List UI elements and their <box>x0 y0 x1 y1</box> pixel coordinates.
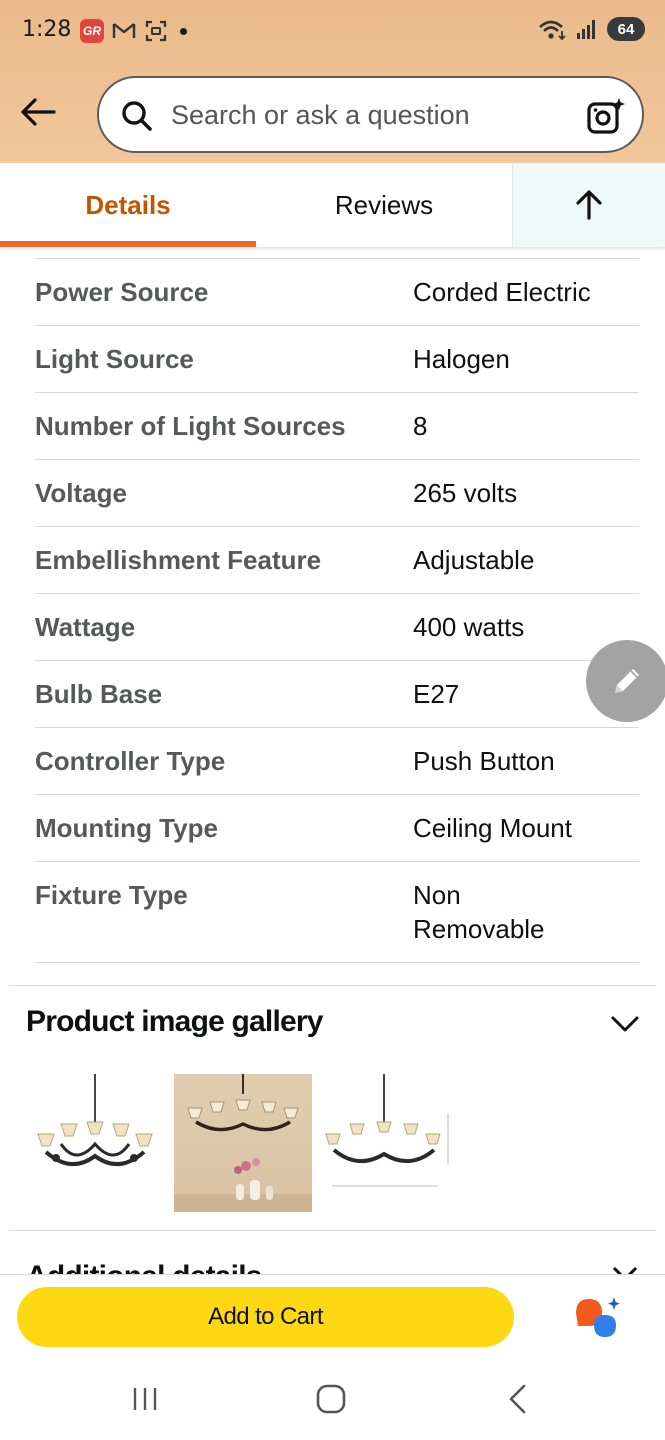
arrow-left-icon <box>21 98 56 126</box>
spec-label: Wattage <box>35 612 136 642</box>
spec-row-fixture-type: Fixture Type Non Removable <box>35 861 639 963</box>
system-back-button[interactable] <box>494 1379 542 1419</box>
gallery-thumbnail[interactable] <box>26 1074 164 1212</box>
back-button[interactable] <box>18 92 58 132</box>
edit-floating-button[interactable] <box>586 640 665 722</box>
rufus-assistant-icon[interactable] <box>574 1295 624 1339</box>
screenshot-icon <box>145 20 167 42</box>
chandelier-room-image <box>174 1074 312 1212</box>
tab-details[interactable]: Details <box>0 163 256 247</box>
arrow-up-icon <box>576 190 602 220</box>
chevron-down-icon[interactable] <box>608 1010 642 1038</box>
notification-icons: GR <box>80 19 187 43</box>
spec-row-number-of-light-sources: Number of Light Sources 8 <box>35 392 639 459</box>
spec-value: Adjustable <box>413 545 535 575</box>
spec-row-embellishment-feature: Embellishment Feature Adjustable <box>35 526 639 593</box>
chandelier-image <box>37 1074 153 1166</box>
system-navigation-bar <box>0 1361 665 1440</box>
spec-value: 400 watts <box>413 612 525 642</box>
more-notifications-dot <box>180 27 187 35</box>
spec-label: Controller Type <box>35 746 226 776</box>
spec-value: Non Removable <box>413 880 545 944</box>
tab-bar: Details Reviews <box>0 163 665 247</box>
recent-apps-icon <box>133 1388 157 1410</box>
spec-label: Mounting Type <box>35 813 218 843</box>
search-bar[interactable]: Search or ask a question <box>97 76 644 153</box>
spec-value: Halogen <box>413 344 510 374</box>
spec-row-power-source: Power Source Corded Electric <box>35 258 639 325</box>
tab-reviews[interactable]: Reviews <box>256 163 512 247</box>
gallery-thumbnail[interactable] <box>322 1074 460 1212</box>
spec-value: Ceiling Mount <box>413 813 572 843</box>
spec-row-light-source: Light Source Halogen <box>35 325 639 392</box>
spec-row-mounting-type: Mounting Type Ceiling Mount <box>35 794 639 861</box>
section-divider <box>9 1230 656 1231</box>
system-status: 64 <box>537 17 645 41</box>
spec-label: Voltage <box>35 478 127 508</box>
recent-apps-button[interactable] <box>121 1379 169 1419</box>
pencil-icon <box>615 669 639 693</box>
spec-label: Fixture Type <box>35 880 188 910</box>
chevron-left-icon <box>509 1384 526 1414</box>
status-time: 1:28 <box>22 17 72 42</box>
scroll-to-top-button[interactable] <box>512 163 665 247</box>
wifi-icon <box>539 20 566 41</box>
gallery-thumbnails <box>26 1074 460 1212</box>
status-bar: 1:28 GR 64 <box>0 0 665 64</box>
battery-indicator: 64 <box>607 17 645 41</box>
section-divider <box>9 985 656 986</box>
spec-row-controller-type: Controller Type Push Button <box>35 727 639 794</box>
spec-label: Power Source <box>35 277 209 307</box>
spec-value: 8 <box>413 411 428 441</box>
add-to-cart-button[interactable]: Add to Cart <box>17 1287 514 1347</box>
app-badge-icon: GR <box>80 19 104 43</box>
gmail-icon <box>112 23 136 38</box>
signal-icon <box>577 20 595 39</box>
home-icon <box>316 1384 346 1414</box>
spec-row-bulb-base: Bulb Base E27 <box>35 660 639 727</box>
spec-value: Push Button <box>413 746 555 776</box>
search-placeholder[interactable]: Search or ask a question <box>171 100 470 131</box>
tab-reviews-label: Reviews <box>334 189 434 220</box>
spec-label: Number of Light Sources <box>35 411 346 441</box>
bottom-action-bar: Add to Cart <box>0 1274 665 1440</box>
header-area: 1:28 GR 64 Search or ask a question <box>0 0 665 163</box>
camera-sparkle-icon[interactable] <box>586 96 626 136</box>
gallery-heading: Product image gallery <box>26 1005 323 1038</box>
spec-row-wattage: Wattage 400 watts <box>35 593 639 660</box>
home-button[interactable] <box>307 1379 355 1419</box>
search-icon <box>122 101 152 131</box>
tab-active-indicator <box>0 241 256 247</box>
chandelier-dimensions-image <box>325 1074 449 1187</box>
spec-row-voltage: Voltage 265 volts <box>35 459 639 526</box>
gallery-thumbnail[interactable] <box>174 1074 312 1212</box>
spec-label: Light Source <box>35 344 194 374</box>
spec-label: Bulb Base <box>35 679 163 709</box>
spec-label: Embellishment Feature <box>35 545 322 575</box>
spec-value: Corded Electric <box>413 277 591 307</box>
spec-table: Power Source Corded Electric Light Sourc… <box>35 258 639 963</box>
tab-details-label: Details <box>85 189 171 220</box>
spec-value: 265 volts <box>413 478 518 508</box>
additional-details-heading[interactable]: Additional details <box>26 1262 262 1274</box>
